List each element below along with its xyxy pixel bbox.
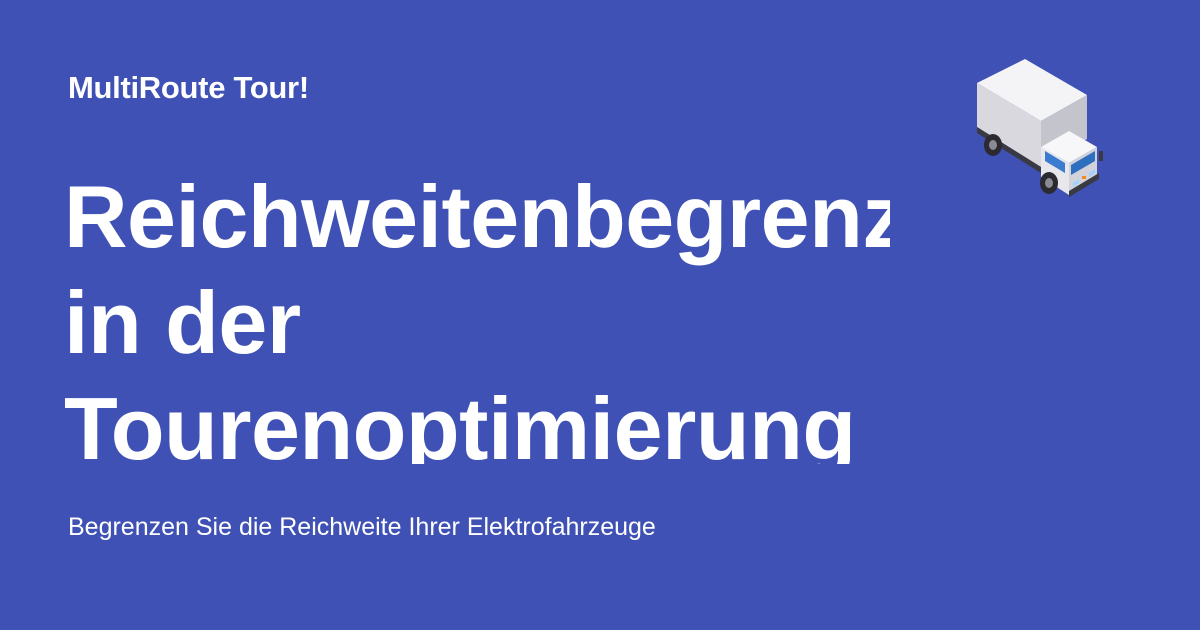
headline-line-2: in der (64, 273, 301, 372)
delivery-truck-icon (965, 55, 1125, 215)
headline-container: Reichweitenbegrenzung in der Tourenoptim… (64, 164, 890, 464)
headline-line-3: Tourenoptimierung (64, 379, 856, 464)
brand-title: MultiRoute Tour! (68, 70, 309, 105)
page-title: Reichweitenbegrenzung in der Tourenoptim… (64, 164, 890, 464)
subtitle: Begrenzen Sie die Reichweite Ihrer Elekt… (68, 513, 656, 541)
headline-line-1: Reichweitenbegrenzung (64, 167, 890, 266)
social-preview-card: MultiRoute Tour! Reichweitenbegrenzung i… (0, 0, 1200, 630)
